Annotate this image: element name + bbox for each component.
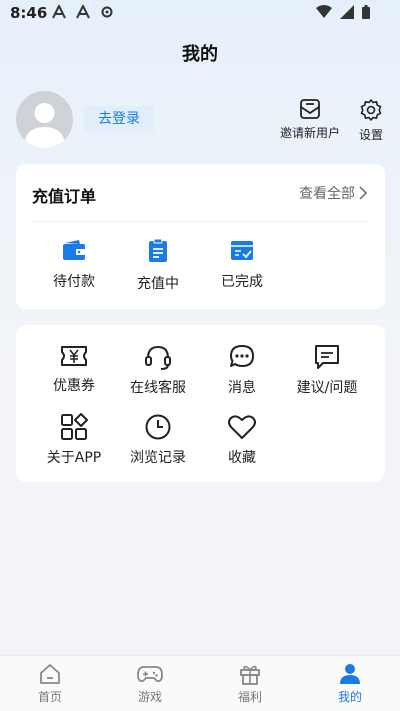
gear-status-icon (101, 6, 113, 18)
order-in-progress[interactable]: 充值中 (118, 239, 198, 293)
bottom-tab-bar: 首页 游戏 福利 我的 (0, 655, 400, 711)
status-system-icons (316, 5, 370, 19)
chevron-right-icon (359, 186, 367, 200)
service-label: 浏览记录 (130, 450, 186, 466)
tab-home[interactable]: 首页 (20, 663, 80, 705)
tab-welfare[interactable]: 福利 (220, 663, 280, 705)
service-label: 优惠券 (53, 378, 95, 394)
apps-grid-icon (61, 413, 88, 440)
heart-icon (228, 415, 256, 439)
home-icon (40, 664, 60, 684)
coupon-icon (61, 346, 87, 366)
order-completed[interactable]: 已完成 (202, 239, 282, 291)
service-label: 在线客服 (130, 380, 186, 396)
headset-icon (145, 345, 171, 370)
coupon-button[interactable]: 优惠券 (29, 343, 119, 395)
orders-title: 充值订单 (32, 187, 97, 206)
invite-mail-icon (300, 99, 320, 119)
tab-label: 游戏 (137, 690, 162, 704)
order-item-label: 已完成 (221, 274, 263, 290)
chat-bubble-icon (230, 345, 254, 367)
status-bar: 8:46 (0, 0, 400, 28)
settings-label: 设置 (359, 128, 384, 142)
order-item-label: 待付款 (53, 274, 95, 290)
status-notification-icons (52, 5, 114, 19)
tab-label: 我的 (337, 690, 362, 704)
messages-button[interactable]: 消息 (197, 343, 287, 397)
favorites-button[interactable]: 收藏 (197, 413, 287, 467)
service-label: 消息 (228, 380, 256, 396)
invite-new-user-label: 邀请新用户 (280, 126, 341, 140)
tab-label: 福利 (237, 690, 262, 704)
gamepad-icon (137, 666, 163, 683)
invite-new-user-button[interactable]: 邀请新用户 (280, 98, 340, 141)
wifi-icon (316, 5, 332, 18)
view-all-label: 查看全部 (299, 186, 355, 202)
signal-icon (340, 5, 354, 19)
recharge-orders-card: 充值订单 查看全部 待付款 充值中 已完成 (16, 164, 385, 309)
clock-icon (145, 414, 171, 440)
feedback-icon (315, 345, 339, 369)
clipboard-icon (149, 239, 167, 262)
completed-check-icon (231, 241, 253, 260)
about-app-button[interactable]: 关于APP (29, 413, 119, 467)
view-all-orders-link[interactable]: 查看全部 (299, 183, 367, 203)
online-support-button[interactable]: 在线客服 (113, 343, 203, 397)
wallet-icon (63, 240, 85, 260)
service-label: 关于APP (46, 450, 102, 466)
login-button[interactable]: 去登录 (84, 106, 154, 133)
tab-label: 首页 (37, 690, 62, 704)
app-notification-icon (76, 5, 90, 19)
page-title: 我的 (182, 44, 218, 65)
browse-history-button[interactable]: 浏览记录 (113, 413, 203, 467)
app-notification-icon (52, 5, 66, 19)
settings-button[interactable]: 设置 (359, 98, 383, 143)
status-time: 8:46 (10, 4, 48, 22)
feedback-button[interactable]: 建议/问题 (282, 343, 372, 397)
divider (32, 221, 369, 222)
order-pending-payment[interactable]: 待付款 (34, 239, 114, 291)
tab-mine[interactable]: 我的 (320, 663, 380, 705)
tab-games[interactable]: 游戏 (120, 663, 180, 705)
battery-icon (362, 5, 370, 19)
gear-icon (360, 99, 382, 121)
gift-icon (240, 665, 260, 685)
avatar[interactable] (16, 91, 73, 148)
person-icon (340, 664, 360, 684)
default-avatar-icon (24, 103, 65, 148)
order-item-label: 充值中 (137, 276, 179, 292)
service-label: 收藏 (228, 450, 256, 466)
service-label: 建议/问题 (296, 380, 358, 396)
services-card: 优惠券 在线客服 消息 建议/问题 关于APP 浏览记录 收藏 (16, 325, 385, 482)
